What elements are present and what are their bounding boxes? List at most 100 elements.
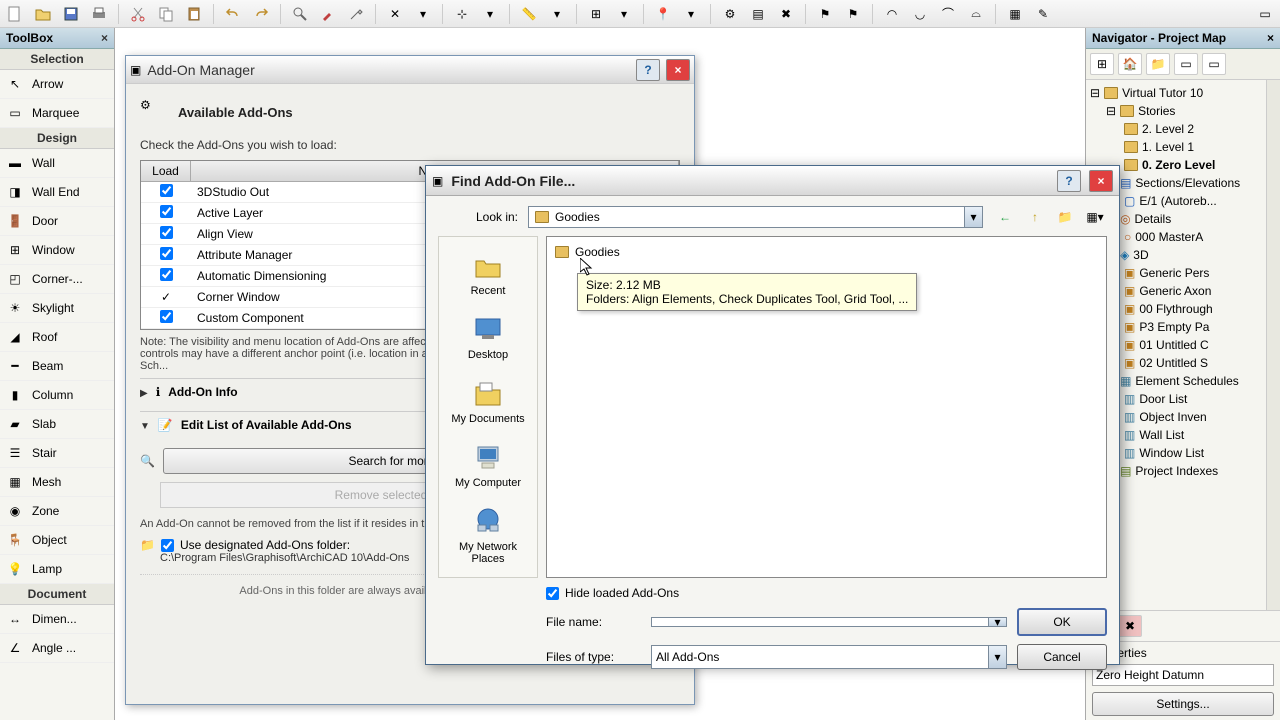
arc4-icon[interactable]: ⌓	[965, 3, 987, 25]
arc3-icon[interactable]: ⌒	[937, 3, 959, 25]
find-help-button[interactable]: ?	[1057, 170, 1081, 192]
back-icon[interactable]: ←	[993, 206, 1017, 228]
tool-stair[interactable]: ☰Stair	[0, 439, 114, 468]
pen-icon[interactable]: ✎	[1032, 3, 1054, 25]
redo-icon[interactable]	[250, 3, 272, 25]
tool-zone[interactable]: ◉Zone	[0, 497, 114, 526]
eyedropper-icon[interactable]	[317, 3, 339, 25]
list-item-goodies[interactable]: Goodies	[553, 243, 1100, 261]
place-mydocs[interactable]: My Documents	[439, 369, 537, 433]
flag2-icon[interactable]: ⚑	[842, 3, 864, 25]
tool-mesh[interactable]: ▦Mesh	[0, 468, 114, 497]
tool-marquee[interactable]: ▭Marquee	[0, 99, 114, 128]
tool-arrow[interactable]: ↖Arrow	[0, 70, 114, 99]
tool-door[interactable]: 🚪Door	[0, 207, 114, 236]
cancel-button[interactable]: Cancel	[1017, 644, 1107, 670]
toolbox-close-icon[interactable]: ×	[101, 31, 108, 45]
place-mycomp[interactable]: My Computer	[439, 433, 537, 497]
chk-autodim[interactable]	[160, 268, 173, 281]
place-recent[interactable]: Recent	[439, 241, 537, 305]
find-close-button[interactable]: ×	[1089, 170, 1113, 192]
dropdown-icon[interactable]: ▾	[412, 3, 434, 25]
paste-icon[interactable]	[183, 3, 205, 25]
arc2-icon[interactable]: ◡	[909, 3, 931, 25]
layout-icon[interactable]: ▦	[1004, 3, 1026, 25]
ok-button[interactable]: OK	[1017, 608, 1107, 636]
addon-titlebar[interactable]: ▣ Add-On Manager ? ×	[126, 56, 694, 84]
dropdown4-icon[interactable]: ▾	[613, 3, 635, 25]
tool-slab[interactable]: ▰Slab	[0, 410, 114, 439]
nav-btn5[interactable]: ▭	[1202, 53, 1226, 75]
tool-wall[interactable]: ▬Wall	[0, 149, 114, 178]
new-file-icon[interactable]	[4, 3, 26, 25]
datum-combo[interactable]: Zero Height Datumn	[1092, 664, 1274, 686]
filename-dropdown-icon[interactable]: ▾	[988, 618, 1006, 626]
addon-help-button[interactable]: ?	[636, 59, 660, 81]
dropdown2-icon[interactable]: ▾	[479, 3, 501, 25]
nav-btn2[interactable]: 🏠	[1118, 53, 1142, 75]
tool-corner[interactable]: ◰Corner-...	[0, 265, 114, 294]
zoom-icon[interactable]	[289, 3, 311, 25]
type-combo[interactable]: All Add-Ons ▾	[651, 645, 1007, 669]
tool-column[interactable]: ▮Column	[0, 381, 114, 410]
nav-bottom-btn2[interactable]: ✖	[1118, 615, 1142, 637]
type-dropdown-icon[interactable]: ▾	[988, 646, 1006, 668]
tool-roof[interactable]: ◢Roof	[0, 323, 114, 352]
lookin-combo[interactable]: Goodies ▾	[528, 206, 983, 228]
tree-level1[interactable]: 1. Level 1	[1086, 138, 1280, 156]
tool-angle[interactable]: ∠Angle ...	[0, 634, 114, 663]
undo-icon[interactable]	[222, 3, 244, 25]
flag-icon[interactable]: ⚑	[814, 3, 836, 25]
snap-icon[interactable]: ✕	[384, 3, 406, 25]
dropdown3-icon[interactable]: ▾	[546, 3, 568, 25]
open-file-icon[interactable]	[32, 3, 54, 25]
ruler-icon[interactable]: 📏	[518, 3, 540, 25]
nav-btn4[interactable]: ▭	[1174, 53, 1198, 75]
col-load[interactable]: Load	[141, 161, 191, 181]
tree-level2[interactable]: 2. Level 2	[1086, 120, 1280, 138]
addon-close-button[interactable]: ×	[666, 59, 690, 81]
chk-activelayer[interactable]	[160, 205, 173, 218]
tree-stories[interactable]: ⊟Stories	[1086, 102, 1280, 120]
tool-lamp[interactable]: 💡Lamp	[0, 555, 114, 584]
tool-dimen[interactable]: ↔Dimen...	[0, 605, 114, 634]
tool3-icon[interactable]: ✖	[775, 3, 797, 25]
designated-checkbox[interactable]	[161, 539, 174, 552]
dropdown5-icon[interactable]: ▾	[680, 3, 702, 25]
chk-attrmgr[interactable]	[160, 247, 173, 260]
nav-scrollbar[interactable]	[1266, 80, 1280, 610]
nav-btn1[interactable]: ⊞	[1090, 53, 1114, 75]
chk-custom[interactable]	[160, 310, 173, 323]
navigator-close-icon[interactable]: ×	[1267, 31, 1274, 45]
nav-btn3[interactable]: 📁	[1146, 53, 1170, 75]
tool-wallend[interactable]: ◨Wall End	[0, 178, 114, 207]
settings-button[interactable]: Settings...	[1092, 692, 1274, 716]
views-icon[interactable]: ▦▾	[1083, 206, 1107, 228]
find-titlebar[interactable]: ▣ Find Add-On File... ? ×	[426, 166, 1119, 196]
panel-icon[interactable]: ▭	[1254, 3, 1276, 25]
tree-root[interactable]: ⊟Virtual Tutor 10	[1086, 84, 1280, 102]
copy-icon[interactable]	[155, 3, 177, 25]
syringe-icon[interactable]	[345, 3, 367, 25]
tool-window[interactable]: ⊞Window	[0, 236, 114, 265]
lookin-dropdown-icon[interactable]: ▾	[964, 207, 982, 227]
chk-alignview[interactable]	[160, 226, 173, 239]
up-icon[interactable]: ↑	[1023, 206, 1047, 228]
tool-object[interactable]: 🪑Object	[0, 526, 114, 555]
hide-loaded-checkbox[interactable]	[546, 587, 559, 600]
chk-3dstudio[interactable]	[160, 184, 173, 197]
tool1-icon[interactable]: ⚙	[719, 3, 741, 25]
grid-icon[interactable]: ⊞	[585, 3, 607, 25]
marker-icon[interactable]: 📍	[652, 3, 674, 25]
snap2-icon[interactable]: ⊹	[451, 3, 473, 25]
tool2-icon[interactable]: ▤	[747, 3, 769, 25]
place-desktop[interactable]: Desktop	[439, 305, 537, 369]
tool-beam[interactable]: ━Beam	[0, 352, 114, 381]
place-network[interactable]: My Network Places	[439, 497, 537, 573]
print-icon[interactable]	[88, 3, 110, 25]
newfolder-icon[interactable]: 📁	[1053, 206, 1077, 228]
filename-input[interactable]: ▾	[651, 617, 1007, 627]
save-icon[interactable]	[60, 3, 82, 25]
tool-skylight[interactable]: ☀Skylight	[0, 294, 114, 323]
cut-icon[interactable]	[127, 3, 149, 25]
